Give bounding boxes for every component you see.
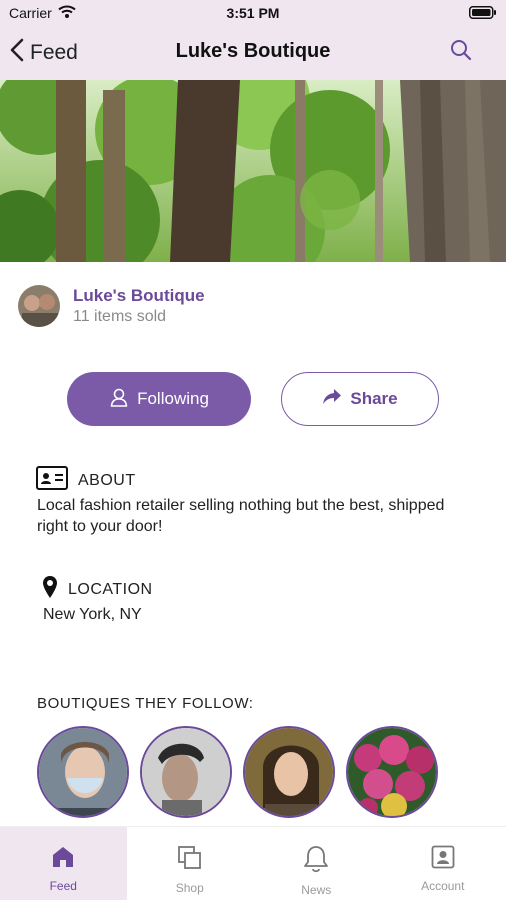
about-heading: ABOUT [36, 466, 136, 495]
share-button[interactable]: Share [281, 372, 439, 426]
location-heading: LOCATION [42, 575, 153, 604]
about-title: ABOUT [78, 471, 136, 489]
user-icon [109, 387, 129, 412]
avatar[interactable] [18, 285, 60, 327]
shop-name[interactable]: Luke's Boutique [73, 286, 205, 306]
id-card-icon [36, 466, 68, 495]
navigation-bar: Feed Luke's Boutique [0, 26, 506, 80]
tab-feed[interactable]: Feed [0, 827, 127, 900]
back-button[interactable]: Feed [10, 38, 78, 67]
share-label: Share [350, 389, 398, 408]
tab-account-label: Account [421, 879, 465, 893]
chevron-left-icon [10, 38, 24, 67]
location-text: New York, NY [43, 606, 142, 623]
cover-photo [0, 80, 506, 262]
tab-news-label: News [301, 883, 332, 897]
boutiques-following-title: BOUTIQUES THEY FOLLOW: [37, 695, 254, 712]
location-pin-icon [42, 575, 58, 604]
account-icon [431, 845, 455, 874]
tab-feed-label: Feed [49, 879, 77, 893]
search-button[interactable] [450, 39, 472, 66]
followed-boutique-avatar[interactable] [243, 726, 335, 818]
tab-bar: Feed Shop News Account [0, 826, 506, 900]
followed-boutique-avatar[interactable] [140, 726, 232, 818]
shop-header: Luke's Boutique 11 items sold [18, 285, 205, 327]
tab-shop-label: Shop [175, 881, 204, 895]
search-icon [450, 40, 472, 65]
tab-news[interactable]: News [253, 827, 380, 900]
status-time: 3:51 PM [226, 5, 280, 21]
items-sold-count: 11 items sold [73, 307, 167, 325]
tab-account[interactable]: Account [380, 827, 506, 900]
followed-boutique-avatar[interactable] [37, 726, 129, 818]
following-label: Following [137, 389, 209, 408]
followed-boutique-avatar[interactable] [346, 726, 438, 818]
home-icon [51, 845, 75, 874]
tab-shop[interactable]: Shop [127, 827, 254, 900]
battery-icon [469, 6, 497, 24]
boutiques-following-list [37, 726, 438, 818]
about-text: Local fashion retailer selling nothing b… [37, 497, 445, 535]
back-label: Feed [30, 40, 78, 64]
following-button[interactable]: Following [67, 372, 251, 426]
shop-icon [177, 845, 203, 876]
share-arrow-icon [322, 388, 342, 411]
shop-info: Luke's Boutique 11 items sold [73, 286, 205, 327]
status-bar: Carrier 3:51 PM [0, 0, 506, 26]
bell-icon [303, 845, 329, 878]
location-title: LOCATION [68, 580, 153, 598]
